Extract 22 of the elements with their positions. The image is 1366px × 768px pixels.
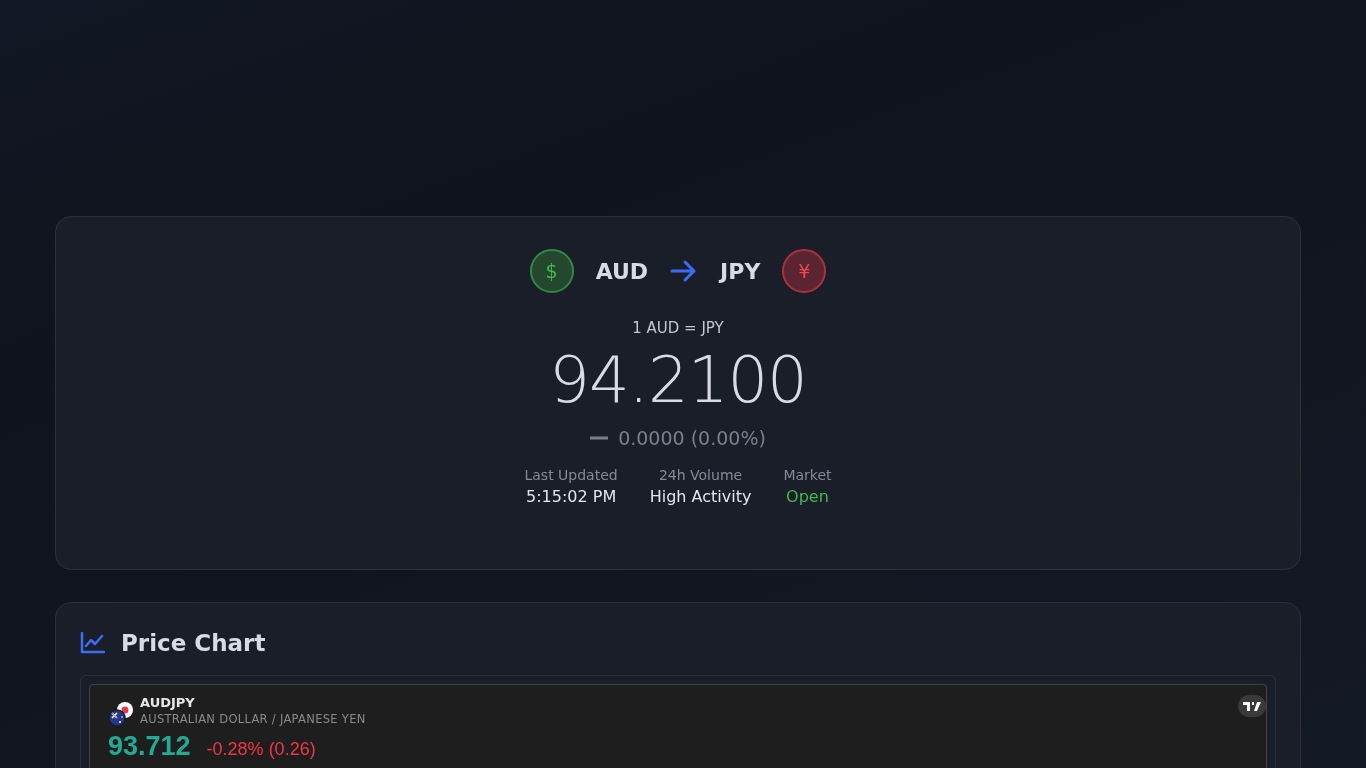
currency-code: JPY [720, 258, 761, 284]
flags-icon [108, 701, 134, 727]
stat-label: Market [783, 467, 832, 483]
price: 93.712 [108, 731, 191, 762]
stat-label: 24h Volume [658, 467, 743, 483]
price-change: -0.28% (0.26) [206, 739, 316, 760]
symbol-name: AUDJPY [140, 695, 196, 710]
stat-label: Last Updated [524, 467, 618, 483]
line-chart-icon [80, 632, 105, 654]
currency-icon: $ [529, 249, 574, 293]
rate-change: 0.0000 (0.00%) [618, 427, 766, 449]
flat-trend-icon [590, 436, 609, 440]
currency-code: AUD [595, 258, 649, 284]
rate-label: 1 AUD = JPY [632, 319, 724, 337]
symbol-description: AUSTRALIAN DOLLAR / JAPANESE YEN [140, 712, 366, 726]
logo-icon[interactable] [1238, 695, 1266, 717]
stat-value: Open [786, 487, 829, 506]
currency-icon: ¥ [782, 249, 827, 293]
exchange-rate: 94.2100 [549, 343, 807, 417]
section-title: Price Chart [121, 630, 266, 656]
stat-value: 5:15:02 PM [525, 487, 617, 506]
stat-value: High Activity [649, 487, 752, 506]
